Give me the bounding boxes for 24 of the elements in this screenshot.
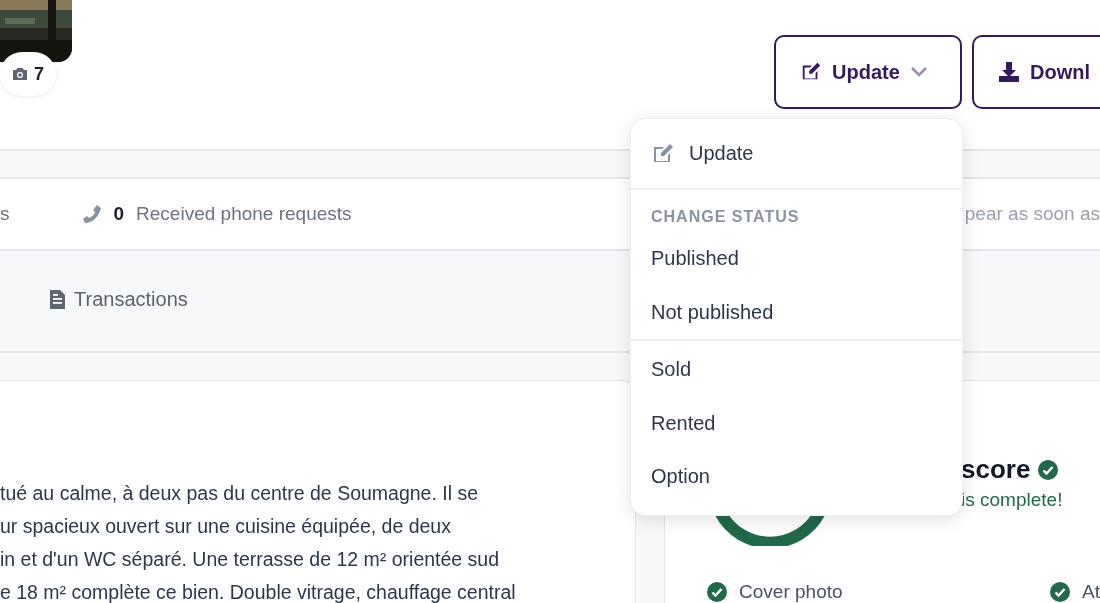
menu-section-header: CHANGE STATUS — [650, 207, 801, 227]
stat-label: Received phone requests — [136, 203, 352, 225]
update-button[interactable]: Update — [774, 35, 962, 109]
menu-item[interactable]: Sold — [631, 341, 962, 397]
menu-item[interactable]: Not published — [631, 286, 962, 339]
chevron-down-icon — [909, 66, 928, 78]
checklist-label: Cover photo — [739, 581, 843, 603]
photo-count-badge[interactable]: 7 — [0, 52, 56, 96]
stat-count: 0 — [113, 203, 125, 225]
description-text: tué au calme, à deux pas du centre de Soumagne. Il se ur spacieux ouvert sur une cuisine équipée, de deux in et d'un WC séparé. Une terrasse de 12 m² orientée sud e 18 m² complète ce bien. Double vitrage, chauffage central — [0, 481, 517, 603]
camera-icon — [12, 67, 28, 81]
download-icon — [998, 61, 1020, 83]
menu-item[interactable]: Rented — [631, 397, 962, 450]
stat-label: s — [0, 203, 10, 225]
menu-item[interactable]: Update — [631, 119, 962, 188]
document-icon — [50, 290, 65, 309]
download-button[interactable]: Downl — [972, 35, 1100, 109]
menu-item[interactable]: Published — [631, 230, 962, 286]
score-title: score — [961, 454, 1031, 485]
info-text: pear as soon as — [964, 203, 1100, 225]
phone-icon — [81, 204, 102, 224]
menu-item[interactable]: Option — [631, 450, 962, 503]
checklist-label: At — [1082, 581, 1100, 603]
tab[interactable]: Transactions — [50, 282, 188, 320]
